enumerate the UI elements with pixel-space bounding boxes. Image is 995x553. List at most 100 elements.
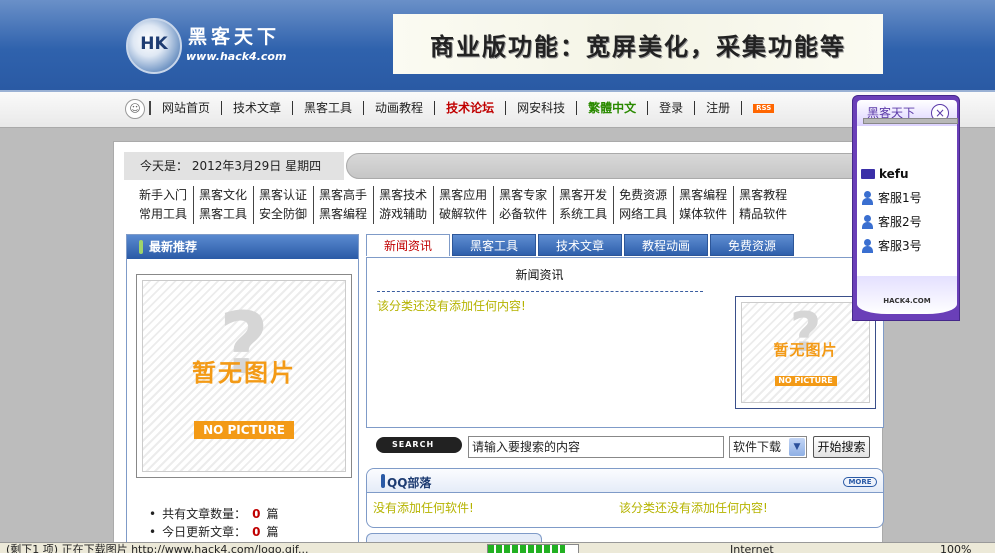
no-picture-placeholder: ? 暂无图片 NO PICTURE: [142, 280, 346, 472]
tab-panel-title: 新闻资讯: [515, 268, 564, 282]
qq-section: QQ部落 MORE 没有添加任何软件! 该分类还没有添加任何内容!: [366, 468, 884, 528]
more-button[interactable]: MORE: [843, 477, 877, 487]
stat-value: 0: [252, 525, 261, 539]
status-text: (剩下1 项) 正在下载图片 http://www.hack4.com/logo…: [6, 543, 309, 553]
kefu-scrollbar[interactable]: [863, 118, 958, 124]
logo-hk-text: HK: [140, 34, 168, 54]
category-link[interactable]: 新手入门: [134, 186, 193, 205]
kefu-member-label: 客服3号: [878, 239, 922, 253]
rss-icon[interactable]: RSS: [753, 104, 775, 113]
category-link[interactable]: 黑客开发: [553, 186, 613, 205]
rss-link[interactable]: RSS: [741, 101, 785, 115]
search-bar: SEARCH 请输入要搜索的内容 软件下载 ▼ 开始搜索: [376, 434, 881, 458]
category-link[interactable]: 黑客技术: [373, 186, 433, 205]
kefu-group-label: kefu: [879, 167, 909, 181]
kefu-footer: HACK4.COM: [857, 276, 957, 314]
category-link[interactable]: 游戏辅助: [373, 205, 433, 224]
main-nav: ☺ 网站首页 技术文章 黑客工具 动画教程 技术论坛 网安科技 繁體中文 登录 注册 RSS: [0, 90, 995, 128]
category-link[interactable]: 必备软件: [493, 205, 553, 224]
nav-link[interactable]: 网安科技: [505, 101, 576, 115]
category-link[interactable]: 黑客高手: [313, 186, 373, 205]
title-bar-icon: [381, 474, 385, 488]
announcement-bar: [346, 153, 886, 179]
category-link[interactable]: 安全防御: [253, 205, 313, 224]
tab-3[interactable]: 技术文章: [538, 234, 622, 256]
category-link[interactable]: 系统工具: [553, 205, 613, 224]
tab-5[interactable]: 免费资源: [710, 234, 794, 256]
category-link[interactable]: 黑客文化: [193, 186, 253, 205]
category-link[interactable]: 黑客应用: [433, 186, 493, 205]
category-link[interactable]: 免费资源: [613, 186, 673, 205]
zoom-level[interactable]: 100%: [940, 543, 971, 553]
user-icon: [861, 191, 874, 205]
nav-link[interactable]: 繁體中文: [576, 101, 647, 115]
nav-link[interactable]: 注册: [694, 101, 741, 115]
stat-row: • 今日更新文章： 0 篇: [149, 523, 278, 541]
kefu-list: kefu 客服1号客服2号客服3号: [861, 162, 922, 258]
recommend-image[interactable]: ? 暂无图片 NO PICTURE: [136, 274, 352, 478]
kefu-member[interactable]: 客服2号: [861, 210, 922, 234]
nav-link[interactable]: 网站首页: [149, 101, 221, 115]
qq-empty-content: 该分类还没有添加任何内容!: [619, 501, 768, 515]
nav-link[interactable]: 动画教程: [363, 101, 434, 115]
category-link[interactable]: 常用工具: [134, 205, 193, 224]
recommend-panel: 最新推荐 ? 暂无图片 NO PICTURE • 共有文章数量： 0 篇 • 今日更新文章…: [126, 234, 359, 553]
user-icon[interactable]: ☺: [125, 99, 145, 119]
category-link[interactable]: 媒体软件: [673, 205, 733, 224]
user-icon: [861, 239, 874, 253]
category-link[interactable]: 黑客编程: [673, 186, 733, 205]
kefu-member[interactable]: 客服3号: [861, 234, 922, 258]
tab-1[interactable]: 新闻资讯: [366, 234, 450, 256]
download-progress: [487, 544, 579, 553]
search-logo: SEARCH: [376, 437, 462, 453]
user-icon: [861, 215, 874, 229]
no-picture-placeholder: ? 暂无图片 NO PICTURE: [741, 302, 870, 403]
category-link[interactable]: 网络工具: [613, 205, 673, 224]
category-link[interactable]: 黑客专家: [493, 186, 553, 205]
category-link[interactable]: 黑客认证: [253, 186, 313, 205]
category-link[interactable]: 精品软件: [733, 205, 793, 224]
folder-icon: [861, 169, 875, 179]
kefu-member[interactable]: 客服1号: [861, 186, 922, 210]
tab-2[interactable]: 黑客工具: [452, 234, 536, 256]
site-logo[interactable]: HK 黑客天下 www.hack4.com: [126, 14, 296, 76]
category-row-1: 新手入门 黑客文化 黑客认证 黑客高手 黑客技术 黑客应用 黑客专家 黑客开发 免费资源 黑客编程…: [134, 186, 879, 205]
stat-unit: 篇: [266, 507, 279, 521]
search-button[interactable]: 开始搜索: [813, 436, 870, 458]
stat-label: 共有文章数量：: [162, 507, 247, 521]
no-picture-cn: 暂无图片: [192, 359, 296, 387]
category-link[interactable]: 黑客工具: [193, 205, 253, 224]
category-link[interactable]: 黑客教程: [733, 186, 793, 205]
kefu-member-label: 客服2号: [878, 215, 922, 229]
tab-4[interactable]: 教程动画: [624, 234, 708, 256]
no-picture-en: NO PICTURE: [194, 421, 294, 439]
nav-link[interactable]: 技术论坛: [434, 101, 505, 115]
nav-items: 网站首页 技术文章 黑客工具 动画教程 技术论坛 网安科技 繁體中文 登录 注册 RSS: [149, 101, 785, 115]
kefu-body: kefu 客服1号客服2号客服3号: [857, 126, 957, 276]
kefu-group[interactable]: kefu: [861, 162, 922, 186]
logo-title: 黑客天下: [188, 26, 281, 48]
divider: [377, 291, 703, 292]
search-category-value: 软件下载: [733, 440, 782, 454]
recommend-panel-header: 最新推荐: [127, 235, 358, 259]
stat-label: 今日更新文章：: [162, 525, 247, 539]
qq-section-title: QQ部落: [387, 476, 432, 490]
category-link[interactable]: 黑客编程: [313, 205, 373, 224]
category-link[interactable]: 破解软件: [433, 205, 493, 224]
no-picture-en: NO PICTURE: [774, 376, 837, 386]
nav-link[interactable]: 登录: [647, 101, 694, 115]
ad-banner[interactable]: 商业版功能：宽屏美化，采集功能等: [393, 14, 883, 74]
kefu-member-label: 客服1号: [878, 191, 922, 205]
tab-panel: 新闻资讯 该分类还没有添加任何内容! ? 暂无图片 NO PICTURE: [366, 257, 884, 428]
no-picture-cn: 暂无图片: [773, 341, 838, 359]
progress-fill: [488, 545, 565, 553]
search-category-select[interactable]: 软件下载 ▼: [729, 436, 807, 458]
bullet-icon: •: [149, 507, 157, 521]
nav-link[interactable]: 黑客工具: [292, 101, 363, 115]
nav-link[interactable]: 技术文章: [221, 101, 292, 115]
category-row-2: 常用工具 黑客工具 安全防御 黑客编程 游戏辅助 破解软件 必备软件 系统工具 网络工具 媒体软件…: [134, 205, 879, 224]
search-input[interactable]: 请输入要搜索的内容: [468, 436, 724, 458]
chevron-down-icon[interactable]: ▼: [789, 438, 805, 456]
qq-empty-software: 没有添加任何软件!: [373, 501, 474, 515]
main-content: 今天是： 2012年3月29日 星期四 新手入门 黑客文化 黑客认证 黑客高手 黑客技术…: [113, 141, 886, 553]
